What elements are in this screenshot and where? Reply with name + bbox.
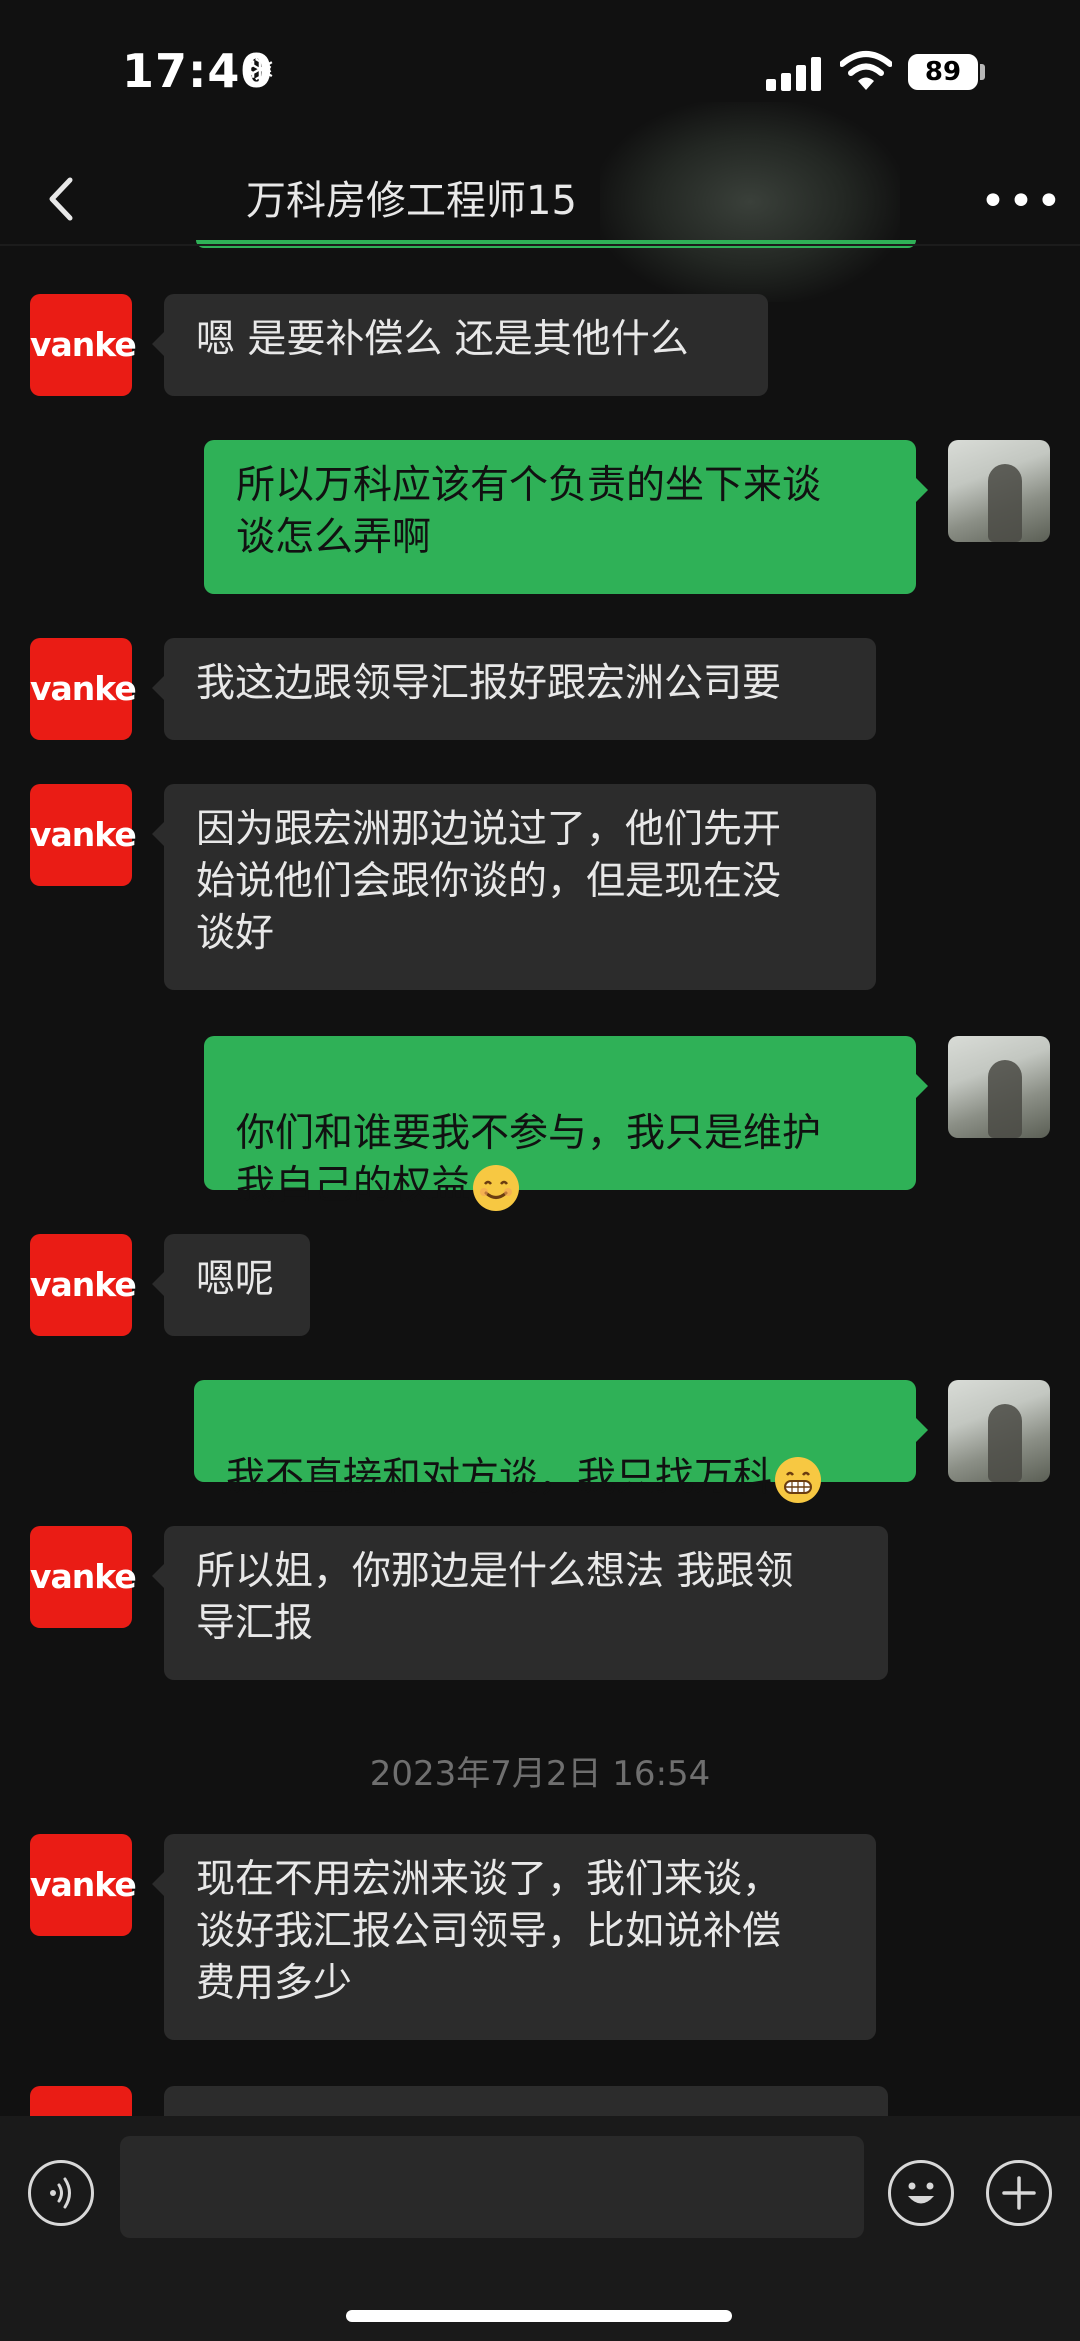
message-bubble-sent[interactable]: 所以万科应该有个负责的坐下来谈 谈怎么弄啊	[204, 440, 928, 594]
back-chevron-icon[interactable]	[34, 164, 94, 234]
message-bubble-received[interactable]: 因为跟宏洲那边说过了，他们先开 始说他们会跟你谈的，但是现在没 谈好	[152, 784, 876, 990]
message-bubble-sent[interactable]: 我不直接和对方谈，我只找万科	[194, 1380, 928, 1503]
message-bubble-partial	[164, 2086, 888, 2116]
vanke-avatar[interactable]: vanke	[30, 784, 137, 886]
message-text: 你们和谁要我不参与，我只是维护 我自己的权益	[236, 1111, 822, 1208]
user-avatar[interactable]	[948, 1036, 1050, 1138]
user-avatar[interactable]	[948, 1380, 1050, 1482]
status-bar: 17:40 ❄ 89	[0, 0, 1080, 150]
message-bubble-received[interactable]: 我这边跟领导汇报好跟宏洲公司要	[152, 638, 876, 740]
message-bubble-received[interactable]: 现在不用宏洲来谈了，我们来谈， 谈好我汇报公司领导，比如说补偿 费用多少	[152, 1834, 876, 2040]
battery-level: 89	[924, 57, 962, 87]
message-bubble-received[interactable]: 嗯 是要补偿么 还是其他什么	[152, 294, 768, 396]
voice-icon[interactable]	[28, 2160, 94, 2226]
battery-icon: 89	[908, 54, 978, 90]
emoji-icon[interactable]	[888, 2160, 954, 2226]
chat-timestamp: 2023年7月2日 16:54	[369, 1754, 711, 1794]
message-bubble-received[interactable]: 所以姐，你那边是什么想法 我跟领 导汇报	[152, 1526, 888, 1680]
smiling-face-emoji-icon	[473, 1164, 520, 1211]
home-indicator[interactable]	[346, 2310, 732, 2322]
chat-header: 万科房修工程师15 •••	[0, 102, 1080, 302]
vanke-avatar[interactable]: vanke	[30, 1526, 137, 1628]
vanke-avatar-partial	[30, 2086, 132, 2116]
avatar-figure	[988, 1404, 1022, 1482]
message-input[interactable]	[120, 2136, 864, 2238]
message-text: 我不直接和对方谈，我只找万科	[226, 1455, 773, 1500]
avatar-figure	[988, 464, 1022, 542]
header-divider	[0, 244, 1080, 246]
plus-icon[interactable]	[986, 2160, 1052, 2226]
wifi-icon	[840, 51, 892, 90]
redaction-blur	[600, 102, 900, 302]
message-bubble-sent[interactable]: 你们和谁要我不参与，我只是维护 我自己的权益	[204, 1036, 928, 1211]
vanke-avatar[interactable]: vanke	[30, 1234, 137, 1336]
user-avatar[interactable]	[948, 440, 1050, 542]
vanke-avatar[interactable]: vanke	[30, 294, 137, 396]
vanke-avatar[interactable]: vanke	[30, 638, 137, 740]
input-bar	[0, 2116, 1080, 2341]
battery-tip	[980, 64, 985, 80]
message-bubble-received[interactable]: 嗯呢	[152, 1234, 310, 1336]
chat-title: 万科房修工程师15	[246, 178, 577, 224]
vanke-avatar[interactable]: vanke	[30, 1834, 137, 1936]
snowflake-icon: ❄	[244, 48, 276, 92]
more-dots-icon[interactable]: •••	[980, 176, 1062, 227]
avatar-figure	[988, 1060, 1022, 1138]
cellular-signal-icon	[766, 55, 822, 91]
grinning-face-emoji-icon	[775, 1456, 822, 1503]
